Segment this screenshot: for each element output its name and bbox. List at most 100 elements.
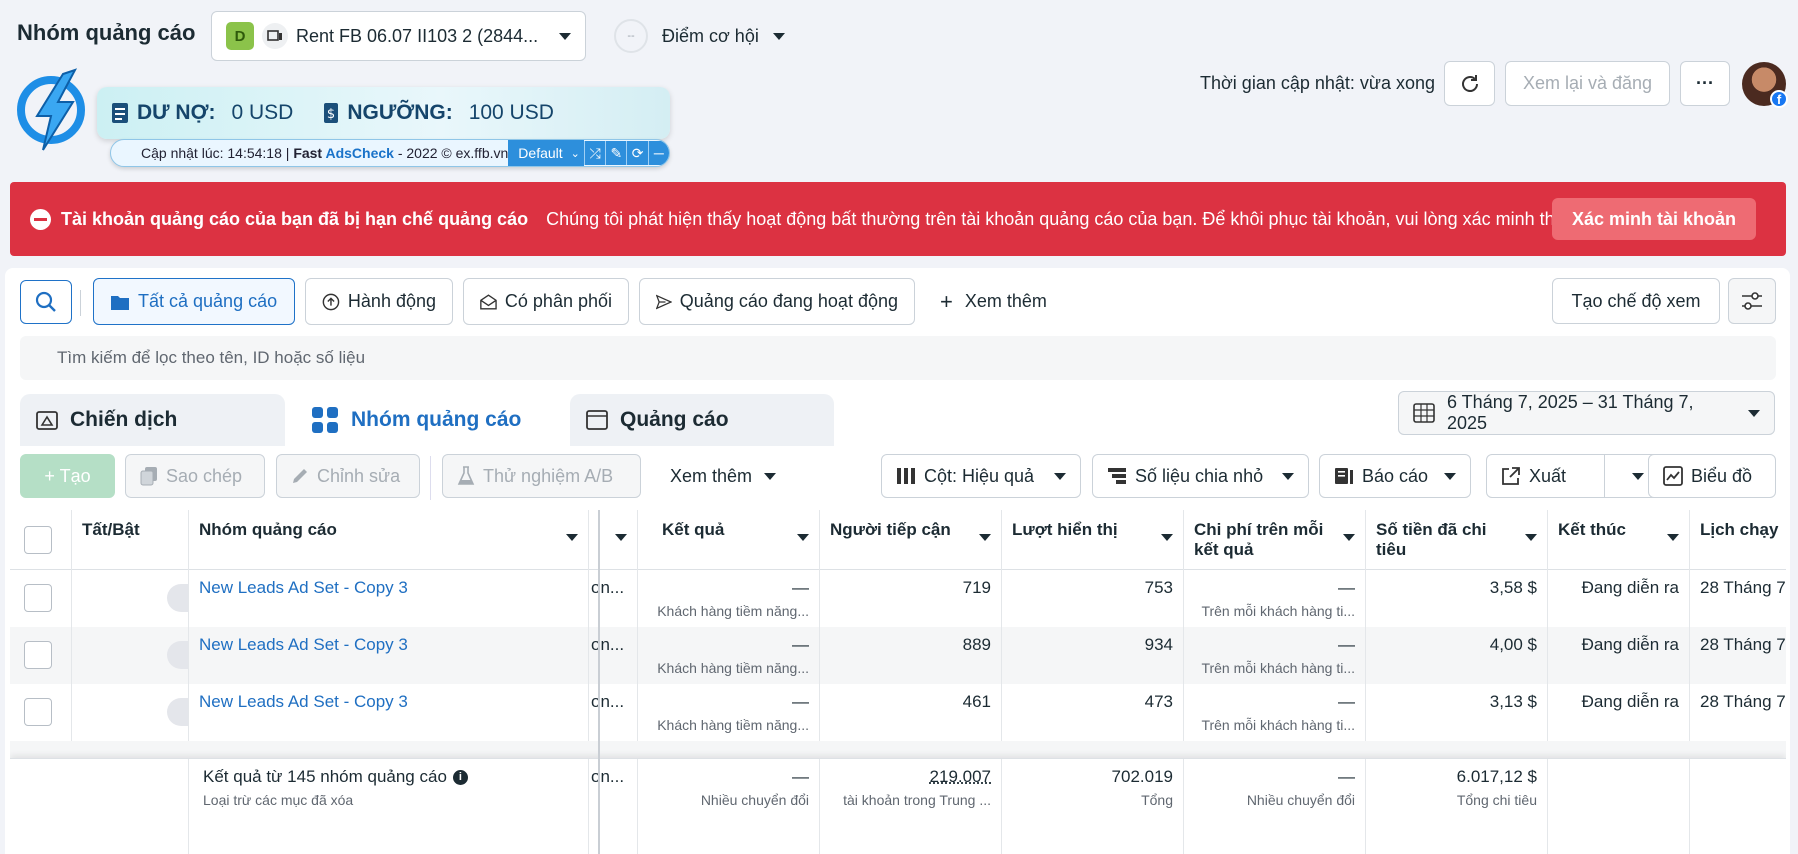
table-header: Tất/Bật Nhóm quảng cáo Kết quả Người tiế… — [10, 510, 1786, 570]
filter-see-more[interactable]: + Xem thêm — [940, 278, 1047, 325]
header-cost-per-result[interactable]: Chi phí trên mỗi kết quả — [1184, 510, 1366, 570]
ab-test-button[interactable]: Thử nghiệm A/B — [442, 454, 641, 498]
shuffle-icon[interactable]: ⤮ — [583, 141, 606, 165]
charts-button[interactable]: Biểu đồ — [1648, 454, 1776, 498]
profile-select[interactable]: Default ⌄ — [508, 140, 584, 166]
calendar-icon — [1413, 403, 1435, 423]
threshold-value: 100 USD — [468, 101, 554, 124]
amount-spent-cell: 3,13 $ — [1366, 684, 1548, 741]
search-input[interactable]: Tìm kiếm để lọc theo tên, ID hoặc số liệ… — [20, 336, 1776, 380]
toolbar-more-button[interactable]: Xem thêm — [670, 454, 777, 498]
header-amount-spent[interactable]: Số tiền đã chi tiêu — [1366, 510, 1548, 570]
duplicate-button[interactable]: Sao chép — [125, 454, 265, 498]
more-options-button[interactable]: ··· — [1680, 61, 1730, 106]
refresh-button[interactable] — [1444, 61, 1495, 106]
view-settings-button[interactable] — [1728, 278, 1776, 324]
reach-cell: 461 — [820, 684, 1002, 741]
footer-cost-per-result: — Nhiều chuyển đổi — [1184, 759, 1366, 854]
footer-spacer — [10, 759, 189, 854]
header-reach[interactable]: Người tiếp cận — [820, 510, 1002, 570]
account-name: Rent FB 06.07 II103 2 (2844... — [296, 25, 539, 46]
header-ends[interactable]: Kết thúc — [1548, 510, 1690, 570]
chevron-down-icon — [1444, 472, 1456, 480]
account-selector[interactable]: D Rent FB 06.07 II103 2 (2844... — [211, 11, 586, 61]
schedule-cell: 28 Tháng 7 — [1700, 692, 1786, 711]
filter-all-ads[interactable]: Tất cả quảng cáo — [93, 278, 295, 325]
table-row[interactable]: New Leads Ad Set - Copy 3 on... — Khách h… — [10, 570, 1786, 627]
row-checkbox[interactable] — [24, 641, 52, 669]
export-button[interactable]: Xuất — [1486, 454, 1664, 498]
filter-actions[interactable]: Hành động — [305, 278, 453, 325]
impressions-cell: 934 — [1002, 627, 1184, 684]
create-button[interactable]: + Tạo — [20, 454, 115, 498]
table-footer-totals: Kết quả từ 145 nhóm quảng cáo i Loại trừ … — [10, 758, 1786, 854]
impressions-cell: 753 — [1002, 570, 1184, 627]
columns-button[interactable]: Cột: Hiệu quả — [881, 454, 1081, 498]
flask-icon — [457, 466, 475, 485]
delivery-cell: on... — [589, 684, 638, 741]
filter-active-ads[interactable]: Quảng cáo đang hoạt động — [639, 278, 915, 325]
tab-campaigns[interactable]: Chiến dịch — [20, 394, 285, 446]
sort-icon — [1161, 534, 1173, 541]
date-range-picker[interactable]: 6 Tháng 7, 2025 – 31 Tháng 7, 2025 — [1398, 391, 1775, 435]
sort-icon — [1343, 534, 1355, 541]
header-results[interactable]: Kết quả — [638, 510, 820, 570]
divider — [80, 290, 81, 316]
avatar[interactable]: f — [1742, 62, 1788, 108]
edit-icon[interactable]: ✎ — [605, 141, 627, 165]
results-cell: — Khách hàng tiềm năng... — [638, 627, 820, 684]
tab-adsets[interactable]: Nhóm quảng cáo — [295, 394, 559, 446]
row-toggle[interactable] — [167, 698, 188, 726]
breakdown-button[interactable]: Số liệu chia nhỏ — [1092, 454, 1309, 498]
row-checkbox[interactable] — [24, 584, 52, 612]
header-name[interactable]: Nhóm quảng cáo — [189, 510, 589, 570]
row-toggle[interactable] — [167, 641, 188, 669]
search-button[interactable] — [20, 280, 72, 324]
envelope-icon — [480, 293, 497, 309]
table-row[interactable]: New Leads Ad Set - Copy 3 on... — Khách h… — [10, 627, 1786, 684]
row-toggle[interactable] — [167, 584, 188, 612]
report-icon — [1335, 468, 1353, 484]
sort-icon — [979, 534, 991, 541]
filter-delivering[interactable]: Có phân phối — [463, 278, 629, 325]
export-icon — [1502, 467, 1520, 485]
select-all-checkbox[interactable] — [24, 526, 52, 554]
table-row[interactable]: New Leads Ad Set - Copy 3 on... — Khách h… — [10, 684, 1786, 741]
threshold-label: NGƯỠNG: — [347, 101, 453, 124]
adscheck-info-bar: Cập nhật lúc: 14:54:18 | Fast AdsCheck -… — [110, 139, 670, 167]
delivery-cell: on... — [589, 627, 638, 684]
reports-button[interactable]: Báo cáo — [1319, 454, 1471, 498]
columns-icon — [897, 468, 915, 484]
refresh-icon — [1461, 74, 1478, 92]
header-toggle[interactable]: Tất/Bật — [72, 510, 189, 570]
dollar-icon: $ — [324, 103, 339, 123]
account-icon — [262, 23, 288, 49]
review-publish-button[interactable]: Xem lại và đăng — [1505, 61, 1670, 106]
opportunity-score[interactable]: -- Điểm cơ hội — [614, 18, 785, 54]
create-view-button[interactable]: Tạo chế độ xem — [1552, 278, 1720, 324]
adscheck-info-text: Cập nhật lúc: 14:54:18 | Fast AdsCheck -… — [141, 145, 509, 161]
adset-name-link[interactable]: New Leads Ad Set - Copy 3 — [189, 570, 589, 627]
footer-delivery: on... — [589, 759, 638, 854]
adset-name-link[interactable]: New Leads Ad Set - Copy 3 — [189, 627, 589, 684]
tab-ads[interactable]: Quảng cáo — [570, 394, 834, 446]
select-all-cell — [10, 510, 72, 570]
send-icon — [656, 294, 672, 309]
minimize-icon[interactable]: ─ — [647, 141, 669, 165]
cost-per-result-cell: — Trên mỗi khách hàng ti... — [1184, 684, 1366, 741]
header-delivery[interactable] — [589, 510, 638, 570]
verify-account-button[interactable]: Xác minh tài khoản — [1551, 198, 1756, 240]
svg-text:$: $ — [327, 107, 335, 122]
adset-name-link[interactable]: New Leads Ad Set - Copy 3 — [189, 684, 589, 741]
info-icon[interactable]: i — [452, 769, 468, 785]
sliders-icon — [1742, 292, 1762, 310]
campaign-icon — [36, 411, 58, 430]
debt-panel: DƯ NỢ: 0 USD $ NGƯỠNG: 100 USD — [97, 87, 670, 139]
row-checkbox[interactable] — [24, 698, 52, 726]
header-schedule[interactable]: Lịch chạy — [1690, 510, 1786, 570]
edit-button[interactable]: Chỉnh sửa — [276, 454, 420, 498]
sort-icon — [615, 534, 627, 541]
header-impressions[interactable]: Lượt hiển thị — [1002, 510, 1184, 570]
refresh-icon[interactable]: ⟳ — [626, 141, 648, 165]
sort-icon — [1667, 534, 1679, 541]
